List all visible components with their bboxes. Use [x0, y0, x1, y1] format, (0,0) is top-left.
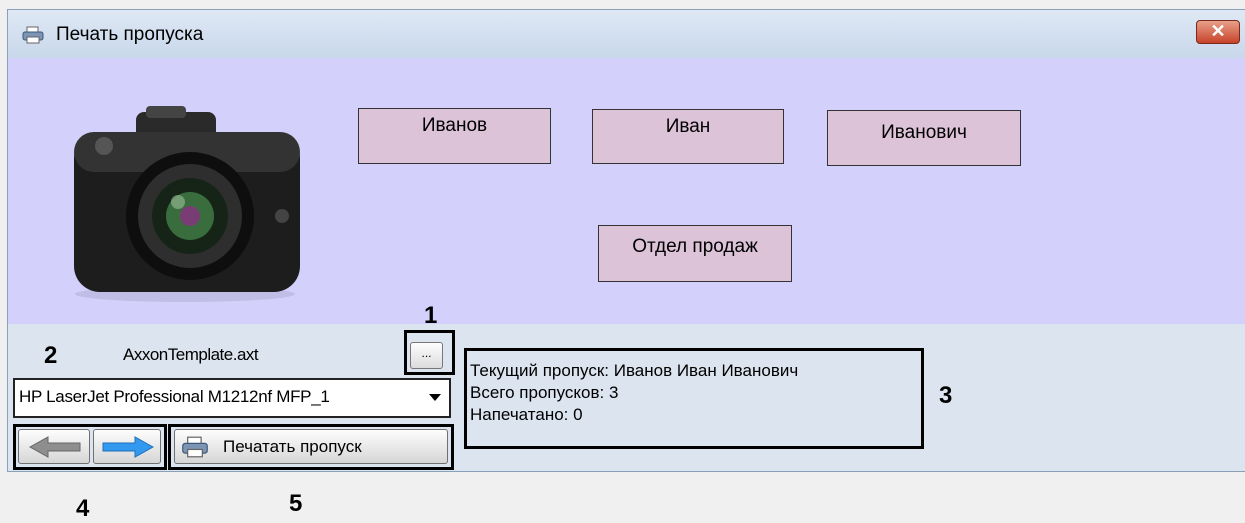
- previous-pass-button[interactable]: [18, 429, 90, 464]
- marker-5: 5: [289, 490, 303, 517]
- printer-name: HP LaserJet Professional M1212nf MFP_1: [19, 387, 330, 406]
- marker-1: 1: [424, 302, 438, 329]
- browse-template-button[interactable]: ...: [410, 342, 443, 369]
- printed-count-text: Напечатано: 0: [470, 405, 583, 424]
- current-pass-text: Текущий пропуск: Иванов Иван Иванович: [470, 361, 799, 380]
- department-text: Отдел продаж: [632, 236, 758, 257]
- total-passes-text: Всего пропусков: 3: [470, 383, 619, 402]
- browse-label: ...: [421, 346, 432, 360]
- printer-select[interactable]: HP LaserJet Professional M1212nf MFP_1: [13, 378, 451, 418]
- middle-name-text: Иванович: [881, 122, 967, 143]
- arrow-left-icon: [28, 436, 81, 458]
- middle-name-field: Иванович: [827, 110, 1021, 166]
- status-panel: Текущий пропуск: Иванов Иван Иванович Вс…: [470, 360, 798, 426]
- first-name-text: Иван: [665, 116, 711, 137]
- title-bar[interactable]: Печать пропуска ✕: [8, 10, 1245, 59]
- window-title: Печать пропуска: [56, 24, 204, 45]
- marker-2: 2: [44, 342, 58, 369]
- marker-4: 4: [76, 495, 90, 522]
- marker-3: 3: [939, 382, 953, 409]
- pass-preview: Иванов Иван Иванович Отдел продаж: [8, 58, 1245, 324]
- next-pass-button[interactable]: [93, 429, 161, 464]
- close-icon: ✕: [1210, 21, 1226, 41]
- first-name-field: Иван: [592, 109, 784, 164]
- close-button[interactable]: ✕: [1196, 20, 1240, 44]
- chevron-down-icon: [429, 394, 441, 401]
- printer-icon: [22, 26, 44, 44]
- arrow-right-icon: [102, 436, 155, 458]
- department-field: Отдел продаж: [598, 225, 792, 282]
- print-pass-button[interactable]: Печатать пропуск: [174, 429, 448, 464]
- printer-icon: [182, 436, 208, 458]
- camera-icon: [74, 106, 300, 302]
- print-pass-label: Печатать пропуск: [223, 437, 362, 456]
- last-name-text: Иванов: [421, 115, 488, 136]
- template-file-name: AxxonTemplate.axt: [123, 345, 259, 364]
- last-name-field: Иванов: [358, 108, 551, 164]
